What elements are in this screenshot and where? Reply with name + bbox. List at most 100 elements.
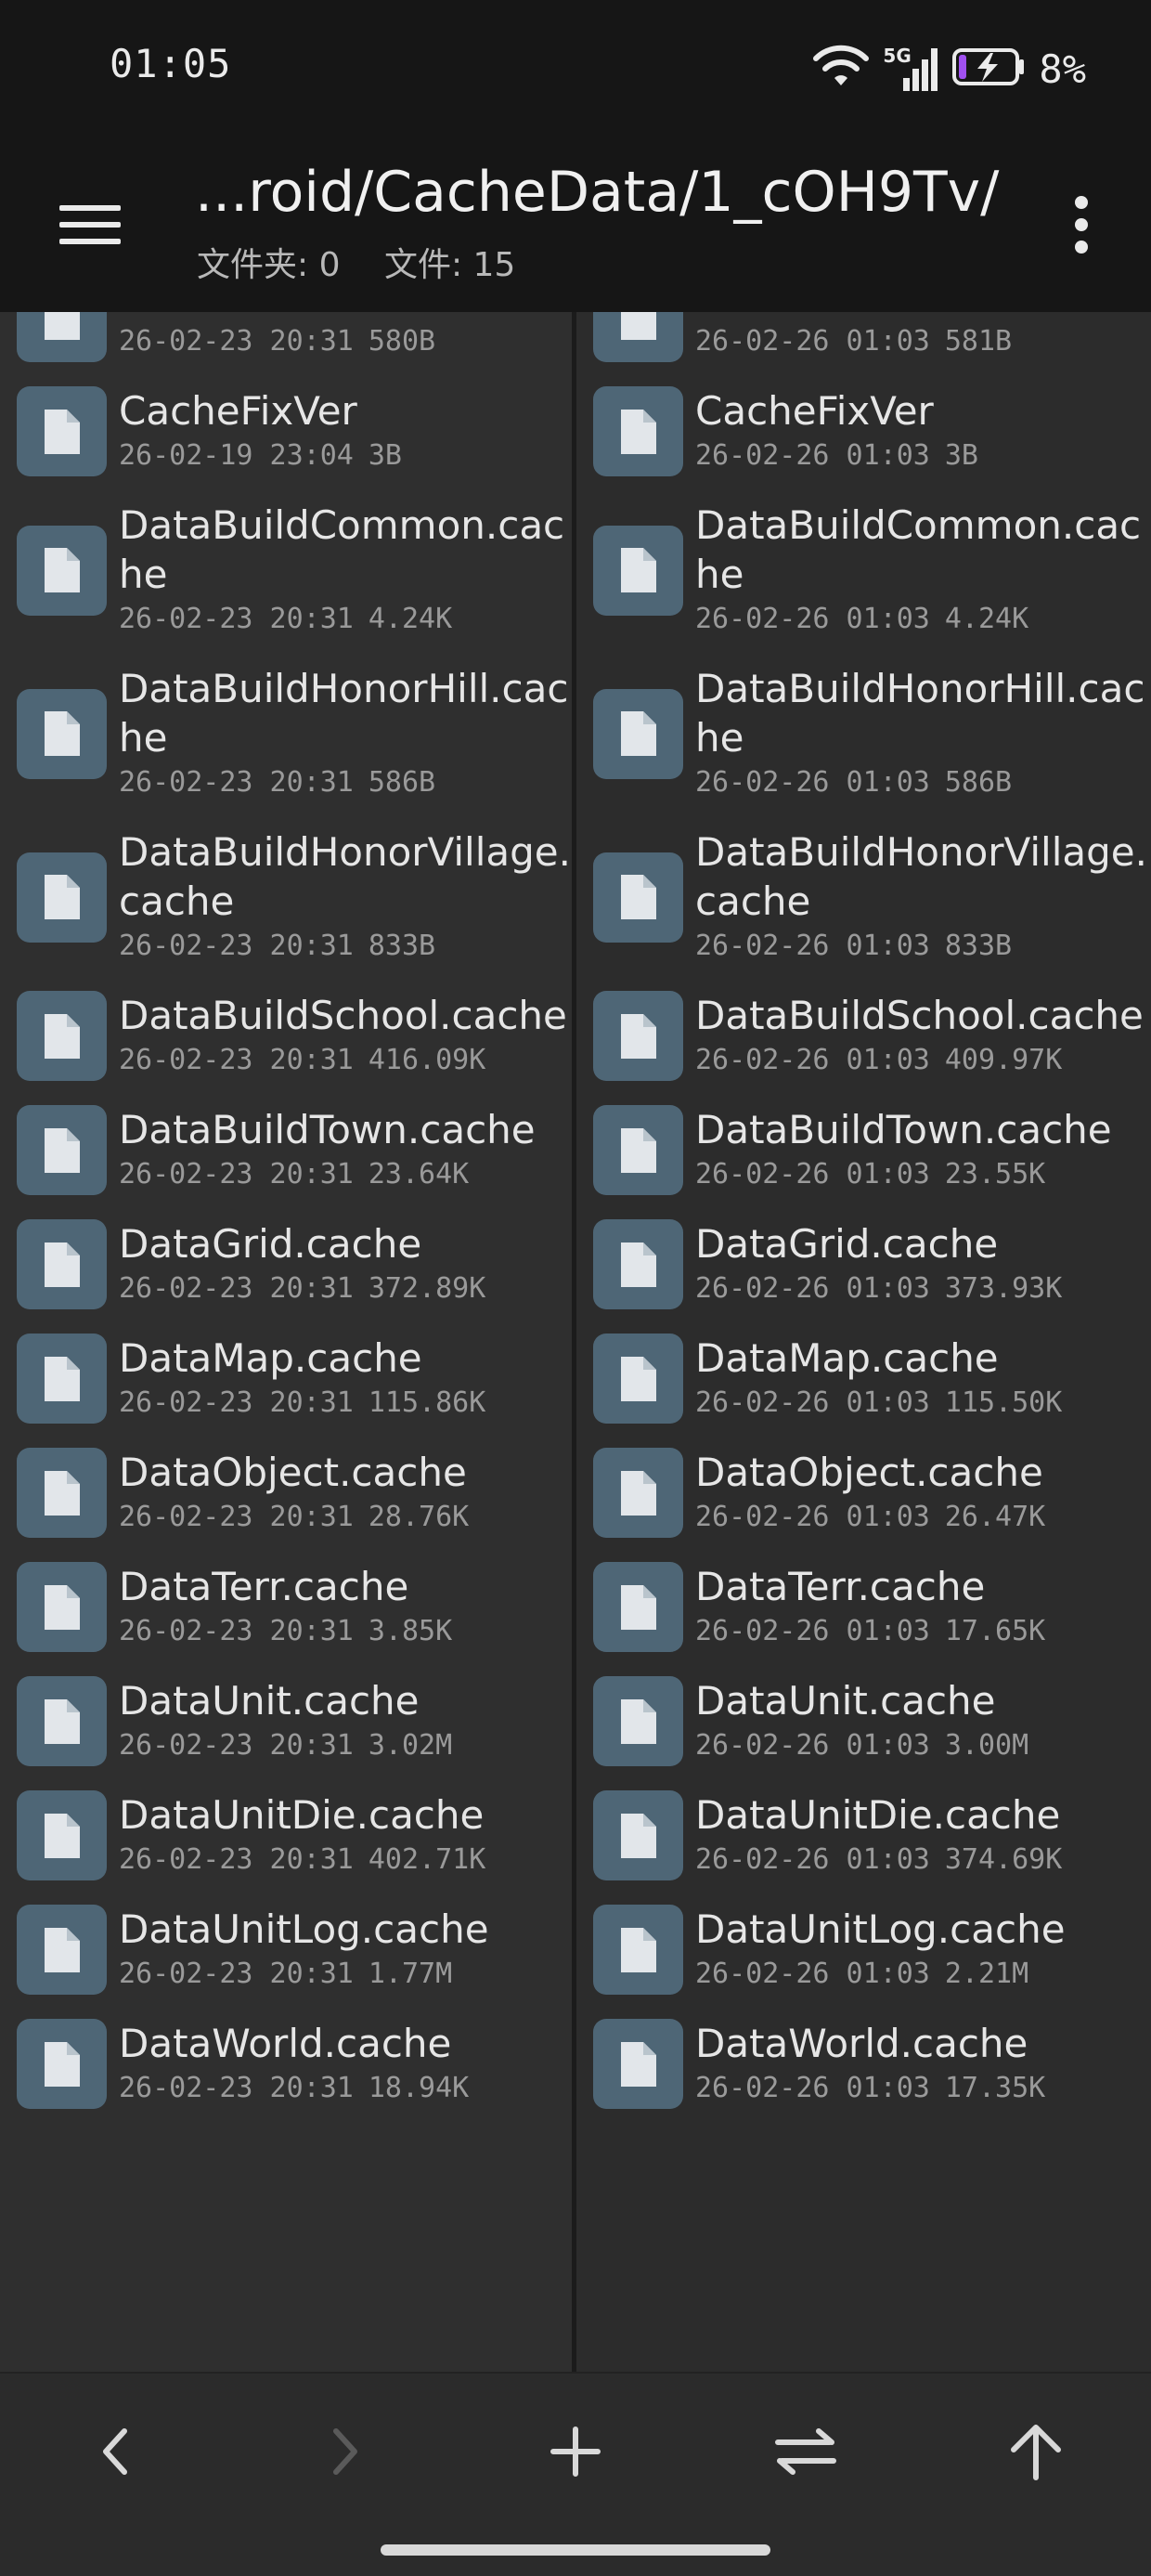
file-meta: 26-02-23 20:31 586B [119,762,572,803]
file-size: 115.86K [368,1386,486,1419]
toolbar: ...roid/CacheData/1_cOH9Tv/ 文件夹: 0 文件: 1… [0,137,1151,312]
file-name: DataGrid.cache [119,1221,422,1267]
bottom-bar [0,2372,1151,2576]
file-item[interactable]: DataTerr.cache 26-02-23 20:31 3.85K [0,1550,572,1664]
file-text: DataBuildHonorHill.cache 26-02-26 01:03 58… [695,664,1151,803]
file-item[interactable]: DataMap.cache 26-02-26 01:03 115.50K [576,1321,1151,1436]
file-meta: 26-02-26 01:03 23.55K [695,1154,1151,1195]
status-icons: 5G 8% [812,41,1086,97]
file-item[interactable]: DataUnitDie.cache 26-02-23 20:31 402.71K [0,1778,572,1893]
file-text: CacheData 26-02-26 01:03 581B [695,312,1151,362]
file-date: 26-02-26 01:03 [695,930,930,962]
file-size: 3.02M [368,1729,453,1762]
file-text: DataUnitLog.cache 26-02-26 01:03 2.21M [695,1905,1151,1995]
file-item[interactable]: CacheData 26-02-26 01:03 581B [576,312,1151,374]
file-meta: 26-02-23 20:31 833B [119,926,572,967]
left-file-list: CacheData26-02-23 20:31580B CacheFixVer26… [0,312,572,2121]
file-item[interactable]: DataBuildTown.cache 26-02-26 01:03 23.55K [576,1093,1151,1207]
wifi-icon [812,45,870,93]
file-name: DataBuildTown.cache [119,1107,536,1152]
file-item[interactable]: DataWorld.cache 26-02-26 01:03 17.35K [576,2007,1151,2121]
file-text: DataBuildSchool.cache 26-02-26 01:03 409.9… [695,991,1151,1081]
file-text: DataBuildCommon.cache 26-02-26 01:03 4.24K [695,501,1151,640]
file-item[interactable]: DataWorld.cache 26-02-23 20:31 18.94K [0,2007,572,2121]
chevron-left-icon [103,2428,127,2475]
file-icon [17,688,107,779]
file-name: CacheFixVer [695,388,934,434]
file-item[interactable]: DataUnitLog.cache 26-02-26 01:03 2.21M [576,1893,1151,2007]
file-item[interactable]: DataObject.cache 26-02-26 01:03 26.47K [576,1436,1151,1550]
file-date: 26-02-23 20:31 [119,1272,354,1305]
file-meta: 26-02-23 20:31 4.24K [119,599,572,640]
hamburger-menu-button[interactable] [48,188,132,262]
file-item[interactable]: DataUnit.cache 26-02-26 01:03 3.00M [576,1664,1151,1778]
more-options-button[interactable] [1049,188,1114,262]
file-item[interactable]: DataMap.cache 26-02-23 20:31 115.86K [0,1321,572,1436]
file-text: CacheData 26-02-23 20:31 580B [119,312,572,362]
file-icon [17,1219,107,1309]
more-vertical-icon [1075,196,1088,254]
back-button[interactable] [64,2400,166,2503]
file-item[interactable]: DataObject.cache 26-02-23 20:31 28.76K [0,1436,572,1550]
file-text: DataUnit.cache 26-02-26 01:03 3.00M [695,1676,1151,1766]
file-name: DataBuildHonorVillage.cache [119,829,571,924]
file-text: CacheFixVer 26-02-19 23:04 3B [119,386,572,476]
file-item[interactable]: DataUnitLog.cache 26-02-23 20:31 1.77M [0,1893,572,2007]
file-item[interactable]: CacheFixVer 26-02-19 23:04 3B [0,374,572,488]
file-icon [593,688,683,779]
file-text: DataTerr.cache 26-02-23 20:31 3.85K [119,1562,572,1652]
file-size: 4.24K [368,603,453,635]
file-icon [593,1334,683,1424]
file-item[interactable]: DataBuildCommon.cache 26-02-26 01:03 4.24K [576,488,1151,652]
right-pane[interactable]: CacheData26-02-26 01:03581BCacheFixVer26… [576,312,1151,2372]
file-item[interactable]: DataBuildSchool.cache 26-02-26 01:03 409.9… [576,979,1151,1093]
file-item[interactable]: CacheFixVer 26-02-26 01:03 3B [576,374,1151,488]
parent-folder-button[interactable] [985,2400,1087,2503]
file-meta: 26-02-23 20:31 372.89K [119,1268,572,1309]
file-icon [17,312,107,362]
file-item[interactable]: DataBuildSchool.cache 26-02-23 20:31 416.0… [0,979,572,1093]
file-size: 3.00M [944,1729,1029,1762]
file-icon [17,1105,107,1195]
file-item[interactable]: DataBuildCommon.cache 26-02-23 20:31 4.24K [0,488,572,652]
file-item[interactable]: DataTerr.cache 26-02-26 01:03 17.65K [576,1550,1151,1664]
file-date: 26-02-26 01:03 [695,1158,930,1190]
folder-file-counts: 文件夹: 0 文件: 15 [197,238,549,286]
file-date: 26-02-23 20:31 [119,1501,354,1533]
file-size: 17.65K [944,1615,1046,1647]
file-item[interactable]: DataBuildHonorHill.cache 26-02-23 20:31 58… [0,652,572,815]
current-path[interactable]: ...roid/CacheData/1_cOH9Tv/ [195,160,1002,225]
file-name: DataUnitDie.cache [119,1792,485,1838]
file-text: DataMap.cache 26-02-23 20:31 115.86K [119,1334,572,1424]
file-date: 26-02-23 20:31 [119,1615,354,1647]
file-text: CacheFixVer 26-02-26 01:03 3B [695,386,1151,476]
file-item[interactable]: DataBuildHonorVillage.cache 26-02-23 20:3… [0,815,572,979]
file-item[interactable]: DataUnitDie.cache 26-02-26 01:03 374.69K [576,1778,1151,1893]
file-item[interactable]: DataGrid.cache 26-02-26 01:03 373.93K [576,1207,1151,1321]
forward-button[interactable] [294,2400,396,2503]
file-name: DataObject.cache [695,1450,1043,1495]
file-meta: 26-02-26 01:03 3.00M [695,1725,1151,1766]
left-pane[interactable]: CacheData26-02-23 20:31580B CacheFixVer26… [0,312,572,2372]
file-date: 26-02-23 20:31 [119,1158,354,1190]
file-item[interactable]: DataGrid.cache 26-02-23 20:31 372.89K [0,1207,572,1321]
file-text: DataBuildCommon.cache 26-02-23 20:31 4.24K [119,501,572,640]
add-button[interactable] [524,2400,627,2503]
file-item[interactable]: DataUnit.cache 26-02-23 20:31 3.02M [0,1664,572,1778]
file-icon [17,991,107,1081]
file-item[interactable]: DataBuildTown.cache 26-02-23 20:31 23.64K [0,1093,572,1207]
file-text: DataUnit.cache 26-02-23 20:31 3.02M [119,1676,572,1766]
file-name: DataObject.cache [119,1450,467,1495]
home-indicator[interactable] [381,2544,770,2556]
file-name: DataBuildSchool.cache [119,993,567,1038]
file-date: 26-02-23 20:31 [119,1958,354,1990]
swap-panes-button[interactable] [755,2400,857,2503]
file-name: DataBuildHonorVillage.cache [695,829,1147,924]
file-size: 416.09K [368,1044,486,1076]
file-size: 372.89K [368,1272,486,1305]
file-text: DataBuildTown.cache 26-02-26 01:03 23.55K [695,1105,1151,1195]
file-item[interactable]: CacheData 26-02-23 20:31 580B [0,312,572,374]
file-item[interactable]: DataBuildHonorVillage.cache 26-02-26 01:0… [576,815,1151,979]
file-item[interactable]: DataBuildHonorHill.cache 26-02-26 01:03 58… [576,652,1151,815]
file-name: DataWorld.cache [119,2021,452,2066]
